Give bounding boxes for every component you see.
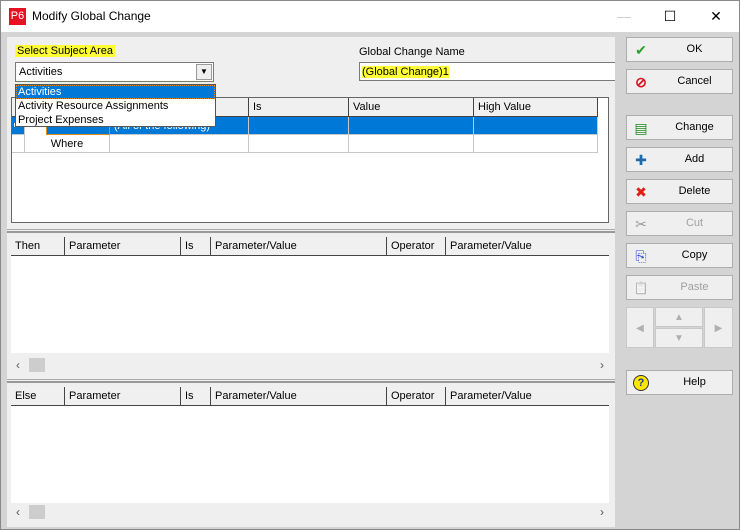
col-header-operator[interactable]: Operator (387, 387, 446, 406)
chevron-down-icon[interactable]: ▼ (196, 64, 212, 80)
then-horizontal-scrollbar[interactable]: ‹ › (11, 357, 609, 373)
paste-button[interactable]: 📋 Paste (626, 275, 733, 300)
col-header-parameter-value-2[interactable]: Parameter/Value (446, 237, 609, 256)
col-header-parameter[interactable]: Parameter (65, 237, 181, 256)
is-cell[interactable] (249, 135, 349, 153)
modify-global-change-dialog: P6 Modify Global Change — ☐ ✕ Select Sub… (0, 0, 740, 530)
col-header-else[interactable]: Else (11, 387, 65, 406)
title-bar: P6 Modify Global Change — ☐ ✕ (1, 1, 739, 32)
cut-label: Cut (685, 217, 704, 229)
move-down-button[interactable]: ▼ (655, 328, 703, 348)
paste-label: Paste (680, 281, 709, 293)
where-grid-row[interactable]: Where (12, 135, 598, 153)
clipboard-icon: 📋 (633, 281, 649, 295)
high-value-cell[interactable] (474, 135, 598, 153)
high-value-cell[interactable] (474, 117, 598, 135)
col-header-operator[interactable]: Operator (387, 237, 446, 256)
scroll-right-icon[interactable]: › (595, 357, 609, 373)
copy-icon: ⎘ (635, 248, 647, 264)
col-header-parameter-value[interactable]: Parameter/Value (211, 237, 387, 256)
col-header-is[interactable]: Is (249, 98, 349, 117)
col-header-parameter-value-2[interactable]: Parameter/Value (446, 387, 609, 406)
ok-button[interactable]: ✔ OK (626, 37, 733, 62)
subject-area-label: Select Subject Area (15, 45, 116, 57)
value-cell[interactable] (349, 135, 474, 153)
col-header-is[interactable]: Is (181, 387, 211, 406)
maximize-button[interactable]: ☐ (647, 1, 693, 32)
cancel-label: Cancel (677, 75, 712, 87)
else-grid: Else Parameter Is Parameter/Value Operat… (11, 387, 609, 503)
col-header-value[interactable]: Value (349, 98, 474, 117)
col-header-high-value[interactable]: High Value (474, 98, 598, 117)
cut-button[interactable]: ✂ Cut (626, 211, 733, 236)
delete-button[interactable]: ✖ Delete (626, 179, 733, 204)
else-horizontal-scrollbar[interactable]: ‹ › (11, 504, 609, 520)
subject-option-project-expenses[interactable]: Project Expenses (16, 113, 215, 127)
copy-label: Copy (681, 249, 708, 261)
delete-x-icon: ✖ (635, 184, 647, 200)
scroll-thumb[interactable] (29, 358, 45, 372)
scroll-right-icon[interactable]: › (595, 504, 609, 520)
global-change-name-value: (Global Change)1 (362, 66, 449, 78)
move-row-pad: ◀ ▲ ▼ ▶ (626, 307, 733, 348)
delete-label: Delete (678, 185, 711, 197)
col-header-parameter[interactable]: Parameter (65, 387, 181, 406)
scroll-left-icon[interactable]: ‹ (11, 357, 25, 373)
copy-button[interactable]: ⎘ Copy (626, 243, 733, 268)
subject-option-activities[interactable]: Activities (16, 85, 215, 99)
then-grid-header: Then Parameter Is Parameter/Value Operat… (11, 237, 609, 256)
ok-label: OK (686, 43, 703, 55)
cancel-icon: ⊘ (635, 74, 647, 90)
help-label: Help (683, 376, 706, 388)
is-cell[interactable] (249, 117, 349, 135)
scroll-thumb[interactable] (29, 505, 45, 519)
action-buttons-panel: ✔ OK ⊘ Cancel ▤ Change ✚ Add ✖ Delete ✂ … (619, 37, 739, 527)
change-label: Change (675, 121, 714, 133)
move-up-button[interactable]: ▲ (655, 307, 703, 327)
plus-icon: ✚ (635, 152, 647, 168)
cancel-button[interactable]: ⊘ Cancel (626, 69, 733, 94)
checkmark-icon: ✔ (635, 42, 647, 58)
help-button[interactable]: ? Help (626, 370, 733, 395)
subject-option-resource-assignments[interactable]: Activity Resource Assignments (16, 99, 215, 113)
help-icon: ? (633, 375, 649, 391)
change-button[interactable]: ▤ Change (626, 115, 733, 140)
scissors-icon: ✂ (635, 216, 647, 232)
col-header-then[interactable]: Then (11, 237, 65, 256)
change-icon: ▤ (634, 120, 648, 136)
add-button[interactable]: ✚ Add (626, 147, 733, 172)
then-grid: Then Parameter Is Parameter/Value Operat… (11, 237, 609, 353)
scroll-left-icon[interactable]: ‹ (11, 504, 25, 520)
move-left-button[interactable]: ◀ (626, 307, 654, 348)
subject-area-dropdown: Activities Activity Resource Assignments… (15, 84, 216, 127)
close-button[interactable]: ✕ (693, 1, 739, 32)
subject-area-value: Activities (19, 66, 63, 78)
col-header-is[interactable]: Is (181, 237, 211, 256)
where-label-cell[interactable]: Where (25, 135, 110, 153)
splitter-else[interactable] (7, 379, 615, 383)
row-indent (12, 135, 25, 153)
subject-area-select[interactable]: Activities ▼ (15, 62, 214, 82)
col-header-parameter-value[interactable]: Parameter/Value (211, 387, 387, 406)
parameter-cell[interactable] (110, 135, 249, 153)
move-right-button[interactable]: ▶ (704, 307, 733, 348)
global-change-name-input[interactable]: (Global Change)1 (359, 62, 615, 81)
window-title: Modify Global Change (32, 9, 151, 23)
value-cell[interactable] (349, 117, 474, 135)
p6-app-icon: P6 (9, 8, 26, 25)
splitter-then[interactable] (7, 229, 615, 233)
global-change-editor: Select Subject Area Activities ▼ Activit… (7, 37, 615, 527)
add-label: Add (684, 153, 705, 165)
else-grid-header: Else Parameter Is Parameter/Value Operat… (11, 387, 609, 406)
global-change-name-label: Global Change Name (359, 46, 465, 58)
minimize-button[interactable]: — (601, 1, 647, 32)
